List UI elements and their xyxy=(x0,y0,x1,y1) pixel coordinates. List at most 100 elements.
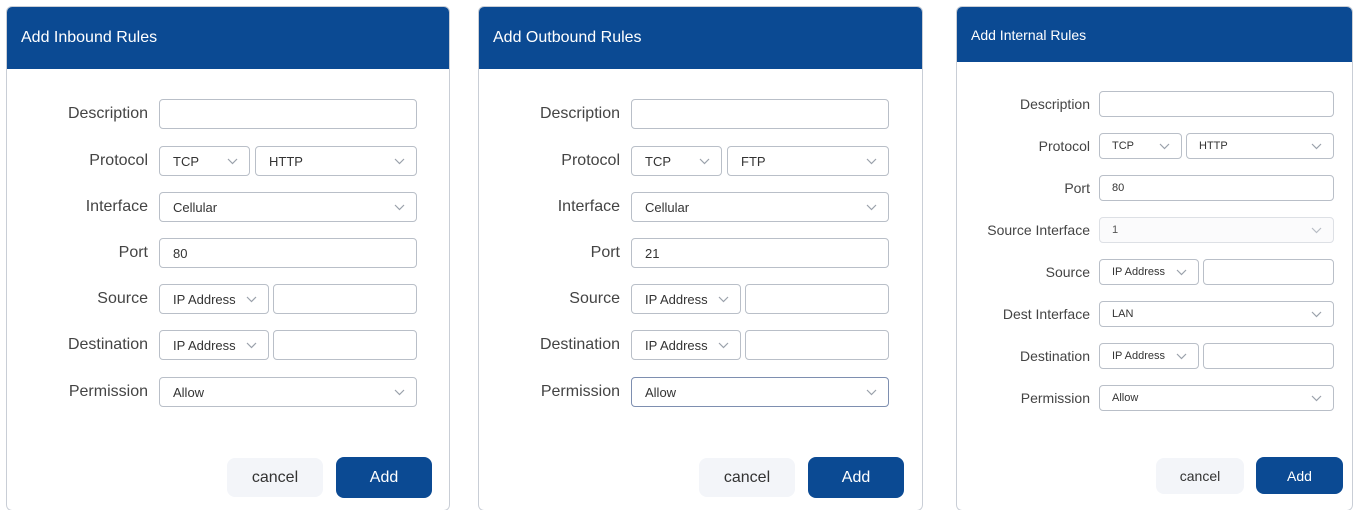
source-address-input[interactable] xyxy=(1203,259,1334,285)
protocol-select[interactable]: TCP xyxy=(1099,133,1182,159)
source-label: Source xyxy=(1045,264,1090,280)
dest-interface-select[interactable]: LAN xyxy=(1099,301,1334,327)
chevron-down-icon xyxy=(697,154,711,168)
description-row: Description xyxy=(479,99,922,129)
dest-interface-label: Dest Interface xyxy=(1002,306,1090,322)
dialog-header: Add Internal Rules xyxy=(957,7,1352,62)
protocol-select[interactable]: TCP xyxy=(631,146,722,176)
dest-interface-row: Dest Interface LAN xyxy=(957,301,1352,327)
destination-row: Destination IP Address xyxy=(957,343,1352,369)
protocol-label: Protocol xyxy=(1038,138,1090,154)
port-input[interactable]: 80 xyxy=(1099,175,1334,201)
description-row: Description xyxy=(957,91,1352,117)
chevron-down-icon xyxy=(1174,349,1188,363)
interface-select[interactable]: Cellular xyxy=(159,192,417,222)
chevron-down-icon xyxy=(1157,139,1171,153)
chevron-down-icon xyxy=(1309,139,1323,153)
port-label: Port xyxy=(118,244,148,261)
destination-label: Destination xyxy=(1019,348,1090,364)
chevron-down-icon xyxy=(1174,265,1188,279)
chevron-down-icon xyxy=(864,200,878,214)
port-row: Port 21 xyxy=(479,238,922,268)
destination-row: Destination IP Address xyxy=(479,330,922,360)
protocol-label: Protocol xyxy=(89,152,148,169)
permission-row: Permission Allow xyxy=(479,377,922,407)
destination-address-input[interactable] xyxy=(273,330,417,360)
source-row: Source IP Address xyxy=(7,284,449,314)
description-label: Description xyxy=(67,105,148,122)
permission-select[interactable]: Allow xyxy=(1099,385,1334,411)
destination-label: Destination xyxy=(67,336,148,353)
chevron-down-icon xyxy=(392,200,406,214)
port-input[interactable]: 80 xyxy=(159,238,417,268)
cancel-button[interactable]: cancel xyxy=(699,458,795,497)
dialog-title: Add Inbound Rules xyxy=(21,29,158,46)
chevron-down-icon xyxy=(244,338,258,352)
permission-row: Permission Allow xyxy=(957,385,1352,411)
permission-select[interactable]: Allow xyxy=(631,377,889,407)
permission-select[interactable]: Allow xyxy=(159,377,417,407)
port-row: Port 80 xyxy=(957,175,1352,201)
add-internal-rules-dialog: Add Internal Rules Description Protocol … xyxy=(956,6,1353,510)
protocol-row: Protocol TCP HTTP xyxy=(957,133,1352,159)
chevron-down-icon xyxy=(716,338,730,352)
source-type-select[interactable]: IP Address xyxy=(631,284,741,314)
source-address-input[interactable] xyxy=(273,284,417,314)
description-row: Description xyxy=(7,99,449,129)
protocol-row: Protocol TCP HTTP xyxy=(7,146,449,176)
add-button[interactable]: Add xyxy=(808,457,904,498)
interface-label: Interface xyxy=(557,198,620,215)
permission-label: Permission xyxy=(68,383,148,400)
chevron-down-icon xyxy=(1309,223,1323,237)
chevron-down-icon xyxy=(716,292,730,306)
source-row: Source IP Address xyxy=(957,259,1352,285)
destination-type-select[interactable]: IP Address xyxy=(1099,343,1199,369)
destination-row: Destination IP Address xyxy=(7,330,449,360)
destination-type-select[interactable]: IP Address xyxy=(159,330,269,360)
source-row: Source IP Address xyxy=(479,284,922,314)
interface-select[interactable]: Cellular xyxy=(631,192,889,222)
permission-row: Permission Allow xyxy=(7,377,449,407)
chevron-down-icon xyxy=(1309,391,1323,405)
protocol-select[interactable]: TCP xyxy=(159,146,250,176)
destination-label: Destination xyxy=(539,336,620,353)
destination-type-select[interactable]: IP Address xyxy=(631,330,741,360)
chevron-down-icon xyxy=(1309,307,1323,321)
interface-label: Interface xyxy=(85,198,148,215)
dialog-title: Add Outbound Rules xyxy=(493,29,642,46)
add-outbound-rules-dialog: Add Outbound Rules Description Protocol … xyxy=(478,6,923,510)
dialog-header: Add Outbound Rules xyxy=(479,7,922,69)
service-select[interactable]: HTTP xyxy=(255,146,417,176)
source-label: Source xyxy=(97,290,148,307)
source-label: Source xyxy=(569,290,620,307)
chevron-down-icon xyxy=(392,385,406,399)
protocol-row: Protocol TCP FTP xyxy=(479,146,922,176)
port-label: Port xyxy=(1064,180,1090,196)
permission-label: Permission xyxy=(1020,390,1090,406)
interface-row: Interface Cellular xyxy=(479,192,922,222)
add-button[interactable]: Add xyxy=(336,457,432,498)
destination-address-input[interactable] xyxy=(745,330,889,360)
description-input[interactable] xyxy=(1099,91,1334,117)
service-select[interactable]: FTP xyxy=(727,146,889,176)
source-interface-select[interactable]: 1 xyxy=(1099,217,1334,243)
description-label: Description xyxy=(539,105,620,122)
cancel-button[interactable]: cancel xyxy=(227,458,323,497)
destination-address-input[interactable] xyxy=(1203,343,1334,369)
source-type-select[interactable]: IP Address xyxy=(159,284,269,314)
add-button[interactable]: Add xyxy=(1256,457,1343,494)
protocol-label: Protocol xyxy=(561,152,620,169)
port-input[interactable]: 21 xyxy=(631,238,889,268)
source-type-select[interactable]: IP Address xyxy=(1099,259,1199,285)
port-label: Port xyxy=(590,244,620,261)
chevron-down-icon xyxy=(225,154,239,168)
source-interface-row: Source Interface 1 xyxy=(957,217,1352,243)
permission-label: Permission xyxy=(540,383,620,400)
service-select[interactable]: HTTP xyxy=(1186,133,1334,159)
interface-row: Interface Cellular xyxy=(7,192,449,222)
cancel-button[interactable]: cancel xyxy=(1156,458,1244,494)
chevron-down-icon xyxy=(244,292,258,306)
description-input[interactable] xyxy=(631,99,889,129)
description-input[interactable] xyxy=(159,99,417,129)
source-address-input[interactable] xyxy=(745,284,889,314)
